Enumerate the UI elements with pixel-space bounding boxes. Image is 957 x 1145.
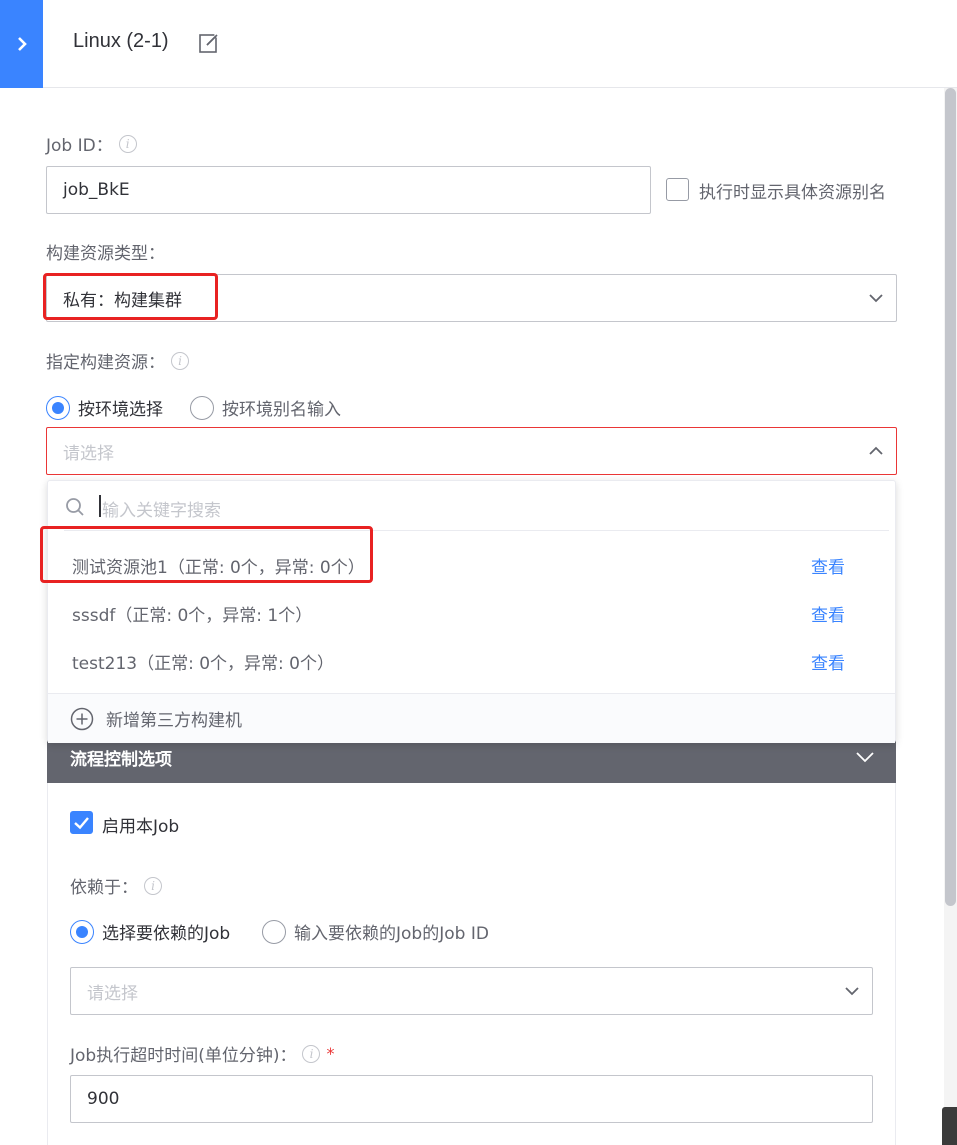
radio-button[interactable]	[190, 395, 214, 420]
text-cursor	[99, 495, 101, 517]
add-third-party-builder-label: 新增第三方构建机	[106, 711, 242, 731]
option-name: sssdf（正常: 0个，异常: 1个）	[72, 606, 313, 626]
resource-select-placeholder: 请选择	[63, 443, 114, 464]
flow-control-title: 流程控制选项	[70, 749, 172, 770]
view-link[interactable]: 查看	[811, 553, 845, 578]
show-alias-label: 执行时显示具体资源别名	[699, 183, 886, 203]
job-title: Linux (2-1)	[73, 30, 169, 52]
chevron-down-icon	[856, 752, 874, 763]
radio-select-job[interactable]: 选择要依赖的Job	[70, 919, 230, 944]
job-id-input[interactable]: job_BkE	[46, 166, 651, 214]
enable-job-label: 启用本Job	[102, 817, 180, 837]
dropdown-search-placeholder: 输入关键字搜索	[102, 501, 221, 521]
check-icon	[74, 817, 89, 830]
show-alias-checkbox[interactable]	[666, 178, 689, 201]
radio-select-job-label: 选择要依赖的Job	[102, 924, 231, 944]
radio-env-select[interactable]: 按环境选择	[46, 395, 163, 420]
list-item[interactable]: test213（正常: 0个，异常: 0个） 查看	[48, 636, 897, 684]
info-icon[interactable]: i	[171, 351, 189, 370]
highlight-box-resource-option	[40, 526, 373, 583]
depends-job-placeholder: 请选择	[87, 983, 138, 1004]
dropdown-search[interactable]: 输入关键字搜索	[48, 481, 897, 531]
plus-circle-icon	[70, 707, 94, 730]
timeout-input[interactable]: 900	[70, 1075, 873, 1123]
scrollbar[interactable]	[944, 88, 957, 1145]
expand-panel-button[interactable]	[0, 0, 43, 88]
job-id-label: Job ID：	[46, 136, 113, 156]
depends-job-select[interactable]: 请选择	[70, 967, 873, 1015]
chevron-down-icon	[869, 294, 883, 303]
radio-input-job-id-label: 输入要依赖的Job的Job ID	[294, 924, 489, 944]
resource-type-label: 构建资源类型：	[46, 244, 165, 264]
edit-icon[interactable]	[198, 32, 220, 54]
radio-button[interactable]	[262, 919, 286, 944]
enable-job-checkbox[interactable]	[70, 811, 93, 834]
highlight-box-resource-type	[43, 273, 218, 320]
timeout-value: 900	[87, 1089, 120, 1109]
side-widget[interactable]	[942, 1107, 957, 1145]
resource-dropdown: 输入关键字搜索 测试资源池1（正常: 0个，异常: 0个） 查看 sssdf（正…	[47, 480, 896, 743]
resource-label-row: 指定构建资源： i	[46, 348, 189, 373]
depends-label-row: 依赖于： i	[70, 873, 162, 898]
search-icon	[66, 498, 84, 516]
radio-button-selected[interactable]	[70, 919, 94, 944]
list-item[interactable]: sssdf（正常: 0个，异常: 1个） 查看	[48, 588, 897, 636]
timeout-label-row: Job执行超时时间(单位分钟)： i *	[70, 1041, 334, 1066]
chevron-down-icon	[845, 987, 859, 996]
info-icon[interactable]: i	[302, 1044, 321, 1063]
chevron-up-icon	[869, 446, 883, 455]
info-icon[interactable]: i	[144, 876, 162, 895]
scrollbar-thumb[interactable]	[945, 88, 956, 906]
radio-alias-input[interactable]: 按环境别名输入	[190, 395, 341, 420]
add-third-party-builder-button[interactable]: 新增第三方构建机	[48, 693, 895, 743]
required-mark: *	[326, 1044, 335, 1063]
resource-select[interactable]: 请选择	[46, 427, 897, 475]
view-link[interactable]: 查看	[811, 601, 845, 626]
job-id-label-row: Job ID： i	[46, 131, 137, 156]
resource-label: 指定构建资源：	[46, 353, 165, 373]
chevron-right-icon	[17, 37, 27, 51]
radio-alias-label: 按环境别名输入	[222, 400, 341, 420]
job-id-value: job_BkE	[63, 180, 130, 200]
radio-input-job-id[interactable]: 输入要依赖的Job的Job ID	[262, 919, 489, 944]
radio-env-label: 按环境选择	[78, 400, 163, 420]
option-name: test213（正常: 0个，异常: 0个）	[72, 654, 334, 674]
info-icon[interactable]: i	[118, 134, 137, 153]
radio-button-selected[interactable]	[46, 395, 70, 420]
view-link[interactable]: 查看	[811, 649, 845, 674]
panel-header: Linux (2-1)	[0, 0, 957, 88]
depends-label: 依赖于：	[70, 878, 138, 898]
timeout-label: Job执行超时时间(单位分钟)：	[70, 1046, 297, 1066]
